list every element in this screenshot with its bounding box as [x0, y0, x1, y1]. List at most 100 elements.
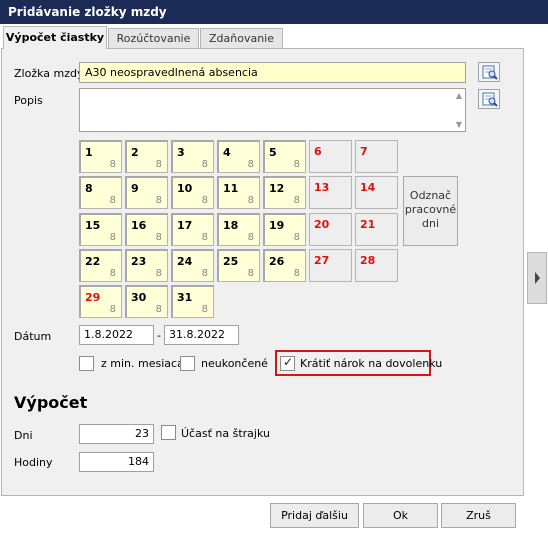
calendar-day[interactable]: 20 — [309, 213, 352, 246]
day-hours: 8 — [247, 195, 254, 206]
calendar-day[interactable]: 58 — [263, 140, 306, 173]
day-hours: 8 — [109, 268, 116, 279]
tab-zdanovanie[interactable]: Zdaňovanie — [200, 28, 283, 48]
day-number: 29 — [85, 291, 101, 304]
day-hours: 8 — [201, 268, 208, 279]
day-hours: 8 — [293, 159, 300, 170]
calendar-day[interactable]: 10 8 — [171, 176, 214, 209]
hodiny-field[interactable]: 184 — [79, 452, 154, 472]
calendar-day[interactable]: 13 — [309, 176, 352, 209]
calendar-day[interactable]: 18 — [79, 140, 122, 173]
day-number: 13 — [314, 181, 330, 194]
calendar-day[interactable]: 12 8 — [263, 176, 306, 209]
strajk-checkbox[interactable] — [161, 425, 176, 440]
lookup-icon — [482, 65, 498, 80]
calendar-day[interactable]: 11 8 — [217, 176, 260, 209]
zlozka-field[interactable]: A30 neospravedlnená absencia — [79, 62, 466, 83]
day-number: 30 — [131, 291, 147, 304]
day-number: 26 — [269, 255, 285, 268]
mark-workdays-label-2: pracovné — [404, 203, 457, 216]
day-number: 27 — [314, 254, 330, 267]
date-to-field[interactable]: 31.8.2022 — [164, 325, 239, 345]
date-from-field[interactable]: 1.8.2022 — [79, 325, 154, 345]
calendar-day[interactable]: 27 — [309, 249, 352, 282]
calendar-day[interactable]: 38 — [171, 140, 214, 173]
calendar-day[interactable]: 17 8 — [171, 213, 214, 246]
calendar-day[interactable]: 25 8 — [217, 249, 260, 282]
add-next-button[interactable]: Pridaj ďalšiu — [270, 503, 359, 528]
kratit-label: Krátiť nárok na dovolenku — [300, 357, 443, 370]
calendar-day[interactable]: 18 8 — [217, 213, 260, 246]
calendar-day[interactable]: 29 8 — [79, 285, 122, 318]
calendar-day[interactable]: 7 — [355, 140, 398, 173]
day-hours: 8 — [155, 232, 162, 243]
scroll-down-arrow[interactable]: ▼ — [456, 120, 462, 129]
calendar-day[interactable]: 88 — [79, 176, 122, 209]
calendar-day[interactable]: 21 — [355, 213, 398, 246]
day-number: 25 — [223, 255, 239, 268]
day-number: 14 — [360, 181, 376, 194]
popis-label: Popis — [14, 94, 43, 107]
dni-field[interactable]: 23 — [79, 424, 154, 444]
zlozka-lookup-button[interactable] — [478, 62, 500, 82]
day-number: 4 — [223, 146, 231, 159]
scroll-up-arrow[interactable]: ▲ — [456, 91, 462, 100]
calendar-day[interactable]: 48 — [217, 140, 260, 173]
mark-workdays-button[interactable]: Odznač pracovné dni — [403, 176, 458, 246]
calendar-day[interactable]: 28 — [125, 140, 168, 173]
day-hours: 8 — [201, 195, 208, 206]
day-hours: 8 — [293, 232, 300, 243]
day-hours: 8 — [155, 268, 162, 279]
calendar-day[interactable]: 31 8 — [171, 285, 214, 318]
calendar-day[interactable]: 6 — [309, 140, 352, 173]
side-panel-toggle[interactable] — [527, 252, 547, 304]
min-mesiaca-label: z min. mesiaca — [101, 357, 184, 370]
neukoncene-label: neukončené — [201, 357, 268, 370]
mark-workdays-label-1: Odznač — [409, 189, 452, 202]
day-number: 9 — [131, 182, 139, 195]
day-number: 5 — [269, 146, 277, 159]
ok-button[interactable]: Ok — [363, 503, 438, 528]
calendar-day[interactable]: 26 8 — [263, 249, 306, 282]
calendar-day[interactable]: 15 8 — [79, 213, 122, 246]
calendar-day[interactable]: 98 — [125, 176, 168, 209]
calendar-day[interactable]: 19 8 — [263, 213, 306, 246]
day-number: 28 — [360, 254, 376, 267]
day-hours: 8 — [201, 304, 208, 315]
neukoncene-checkbox[interactable] — [180, 356, 195, 371]
day-number: 23 — [131, 255, 147, 268]
calendar-day[interactable]: 22 8 — [79, 249, 122, 282]
popis-lookup-button[interactable] — [478, 89, 500, 109]
day-number: 20 — [314, 218, 330, 231]
tab-vypocet[interactable]: Výpočet čiastky — [3, 26, 107, 49]
day-hours: 8 — [293, 268, 300, 279]
day-number: 15 — [85, 219, 101, 232]
day-hours: 8 — [247, 232, 254, 243]
cancel-button[interactable]: Zruš — [441, 503, 516, 528]
day-hours: 8 — [247, 268, 254, 279]
day-hours: 8 — [155, 195, 162, 206]
window-title: Pridávanie zložky mzdy — [8, 5, 167, 19]
day-hours: 8 — [109, 195, 116, 206]
day-hours: 8 — [247, 159, 254, 170]
date-separator: - — [157, 329, 161, 342]
day-number: 17 — [177, 219, 193, 232]
day-number: 10 — [177, 182, 193, 195]
tab-rozuctovanie[interactable]: Rozúčtovanie — [108, 28, 199, 48]
calendar-day[interactable]: 28 — [355, 249, 398, 282]
day-number: 19 — [269, 219, 285, 232]
calendar-day[interactable]: 14 — [355, 176, 398, 209]
mark-workdays-label-3: dni — [421, 217, 439, 230]
calendar-day[interactable]: 16 8 — [125, 213, 168, 246]
day-hours: 8 — [109, 232, 116, 243]
calendar-day[interactable]: 23 8 — [125, 249, 168, 282]
calendar-day[interactable]: 24 8 — [171, 249, 214, 282]
day-number: 3 — [177, 146, 185, 159]
day-number: 6 — [314, 145, 322, 158]
day-hours: 8 — [201, 159, 208, 170]
calendar-day[interactable]: 30 8 — [125, 285, 168, 318]
popis-textarea[interactable]: ▲ ▼ — [79, 88, 466, 132]
min-mesiaca-checkbox[interactable] — [79, 356, 94, 371]
kratit-checkbox[interactable]: ✓ — [280, 355, 295, 371]
title-bar: Pridávanie zložky mzdy — [0, 0, 548, 24]
